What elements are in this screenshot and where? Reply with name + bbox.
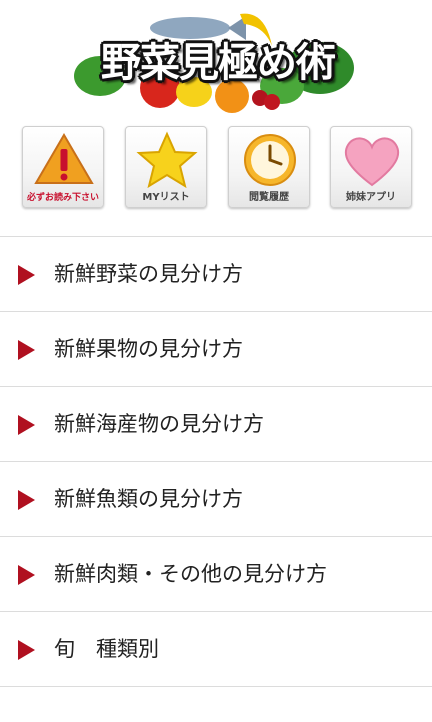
menu-item-fish[interactable]: 新鮮魚類の見分け方 xyxy=(0,461,432,536)
play-arrow-icon xyxy=(18,265,35,285)
play-arrow-icon xyxy=(18,565,35,585)
clock-icon xyxy=(244,134,296,186)
star-icon xyxy=(136,131,198,189)
category-menu: 新鮮野菜の見分け方 新鮮果物の見分け方 新鮮海産物の見分け方 新鮮魚類の見分け方… xyxy=(0,236,432,716)
menu-item-partial[interactable] xyxy=(0,686,432,716)
menu-item-label: 新鮮果物の見分け方 xyxy=(54,337,243,361)
quick-link-read-first[interactable]: 必ずお読み下さい xyxy=(22,126,104,208)
warning-icon xyxy=(34,133,94,184)
quick-link-label: MYリスト xyxy=(142,192,190,203)
quick-link-history[interactable]: 閲覧履歴 xyxy=(228,126,310,208)
menu-item-fruits[interactable]: 新鮮果物の見分け方 xyxy=(0,311,432,386)
app-title: 野菜見極め術 xyxy=(101,40,336,86)
menu-item-season-by-type[interactable]: 旬 種類別 xyxy=(0,611,432,686)
menu-item-meat-other[interactable]: 新鮮肉類・その他の見分け方 xyxy=(0,536,432,611)
heart-icon xyxy=(344,137,400,187)
menu-item-label: 新鮮海産物の見分け方 xyxy=(54,412,264,436)
quick-link-label: 姉妹アプリ xyxy=(346,192,396,203)
menu-item-label: 旬 種類別 xyxy=(54,637,159,661)
menu-item-label: 新鮮肉類・その他の見分け方 xyxy=(54,562,327,586)
play-arrow-icon xyxy=(18,490,35,510)
quick-link-my-list[interactable]: MYリスト xyxy=(125,126,207,208)
menu-item-seafood[interactable]: 新鮮海産物の見分け方 xyxy=(0,386,432,461)
quick-link-sister-apps[interactable]: 姉妹アプリ xyxy=(330,126,412,208)
play-arrow-icon xyxy=(18,340,35,360)
menu-item-vegetables[interactable]: 新鮮野菜の見分け方 xyxy=(0,236,432,311)
menu-item-label: 新鮮野菜の見分け方 xyxy=(54,262,243,286)
play-arrow-icon xyxy=(18,415,35,435)
play-arrow-icon xyxy=(18,640,35,660)
quick-link-label: 閲覧履歴 xyxy=(249,192,289,203)
quick-link-label: 必ずお読み下さい xyxy=(26,193,99,203)
menu-item-label: 新鮮魚類の見分け方 xyxy=(54,487,243,511)
quick-links: 必ずお読み下さい MYリスト 閲覧履歴 姉妹アプリ xyxy=(0,126,432,212)
app-header: 野菜見極め術 xyxy=(0,0,432,120)
